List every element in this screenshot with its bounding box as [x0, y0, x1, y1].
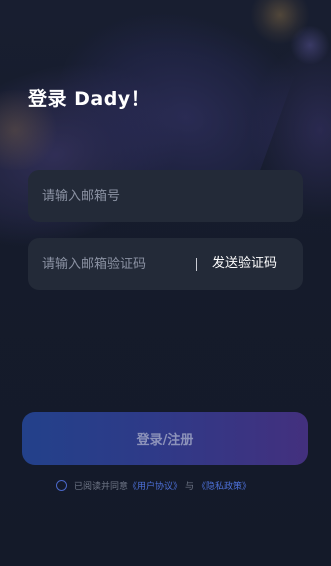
verification-code-field[interactable]: 发送验证码: [28, 238, 303, 290]
agreement-row: 已阅读并同意 《用户协议》 与 《隐私政策》: [56, 478, 251, 492]
agreement-radio[interactable]: [56, 479, 67, 491]
divider: [196, 258, 197, 271]
agreement-conjunction: 与: [185, 481, 195, 492]
verification-code-input[interactable]: [42, 238, 192, 290]
email-field[interactable]: [28, 170, 303, 222]
email-input[interactable]: [42, 170, 292, 222]
background-glow: [290, 25, 330, 65]
agreement-prefix: 已阅读并同意: [74, 481, 129, 492]
send-code-button[interactable]: 发送验证码: [212, 238, 277, 290]
user-agreement-link[interactable]: 《用户协议》: [128, 479, 182, 492]
privacy-policy-link[interactable]: 《隐私政策》: [197, 479, 251, 492]
login-register-button[interactable]: 登录/注册: [22, 412, 308, 465]
page-title: 登录 Dady！: [28, 88, 151, 110]
